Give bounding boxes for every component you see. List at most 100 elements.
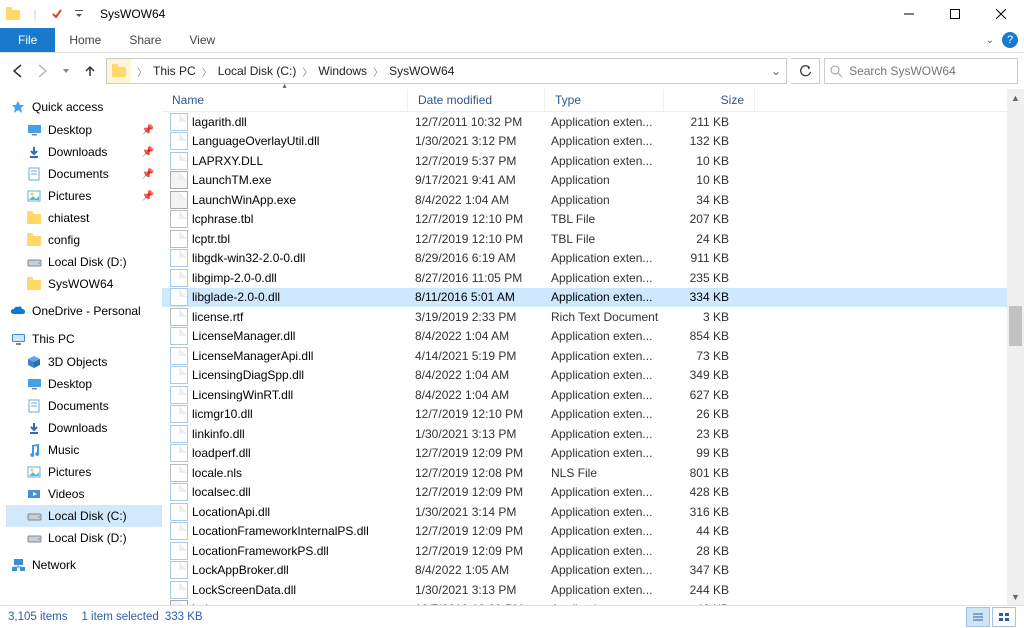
file-row[interactable]: LocationFrameworkPS.dll12/7/2019 12:09 P…	[162, 541, 1007, 561]
crumb-windows[interactable]: Windows	[314, 64, 371, 78]
chevron-right-icon[interactable]: 〉	[135, 64, 149, 79]
tab-view[interactable]: View	[175, 28, 229, 52]
view-large-icon[interactable]	[992, 607, 1016, 627]
file-size: 99 KB	[659, 446, 739, 460]
sidebar-item-chiatest[interactable]: chiatest	[6, 207, 162, 229]
file-row[interactable]: LocationFrameworkInternalPS.dll12/7/2019…	[162, 522, 1007, 542]
file-row[interactable]: libgimp-2.0-0.dll8/27/2016 11:05 PMAppli…	[162, 268, 1007, 288]
col-type[interactable]: Type	[545, 89, 664, 111]
refresh-button[interactable]	[791, 58, 820, 84]
sidebar-item-downloads[interactable]: Downloads📌	[6, 141, 162, 163]
file-row[interactable]: LaunchWinApp.exe8/4/2022 1:04 AMApplicat…	[162, 190, 1007, 210]
file-row[interactable]: libgdk-win32-2.0-0.dll8/29/2016 6:19 AMA…	[162, 249, 1007, 269]
search-input[interactable]	[847, 63, 1013, 79]
sidebar-item-desktop[interactable]: Desktop📌	[6, 119, 162, 141]
file-row[interactable]: LicenseManagerApi.dll4/14/2021 5:19 PMAp…	[162, 346, 1007, 366]
file-size: 24 KB	[659, 232, 739, 246]
sidebar-item-local-disk-c-[interactable]: Local Disk (C:)	[6, 505, 162, 527]
col-size[interactable]: Size	[664, 89, 755, 111]
chevron-right-icon[interactable]: 〉	[200, 64, 214, 79]
file-row[interactable]: licmgr10.dll12/7/2019 12:10 PMApplicatio…	[162, 405, 1007, 425]
file-date: 12/7/2011 10:32 PM	[405, 115, 541, 129]
file-row[interactable]: LocationApi.dll1/30/2021 3:14 PMApplicat…	[162, 502, 1007, 522]
file-row[interactable]: lcphrase.tbl12/7/2019 12:10 PMTBL File20…	[162, 210, 1007, 230]
view-details-icon[interactable]	[966, 607, 990, 627]
file-icon	[170, 542, 188, 560]
scroll-thumb[interactable]	[1009, 306, 1022, 346]
up-button[interactable]	[78, 59, 102, 83]
crumb-syswow64[interactable]: SysWOW64	[385, 64, 458, 78]
star-icon	[10, 99, 26, 115]
file-size: 132 KB	[659, 134, 739, 148]
file-date: 8/4/2022 1:04 AM	[405, 329, 541, 343]
scrollbar[interactable]: ▲ ▼	[1007, 89, 1024, 605]
forward-button[interactable]	[30, 59, 54, 83]
sidebar-item-music[interactable]: Music	[6, 439, 162, 461]
minimize-button[interactable]	[886, 0, 932, 28]
file-row[interactable]: linkinfo.dll1/30/2021 3:13 PMApplication…	[162, 424, 1007, 444]
file-row[interactable]: LockAppBroker.dll8/4/2022 1:05 AMApplica…	[162, 561, 1007, 581]
file-row[interactable]: lcptr.tbl12/7/2019 12:10 PMTBL File24 KB	[162, 229, 1007, 249]
file-type: Application exten...	[541, 583, 659, 597]
sidebar-item-local-disk-d-[interactable]: Local Disk (D:)	[6, 527, 162, 549]
address-dropdown-icon[interactable]: ⌄	[766, 64, 786, 78]
file-size: 244 KB	[659, 583, 739, 597]
file-row[interactable]: LicensingDiagSpp.dll8/4/2022 1:04 AMAppl…	[162, 366, 1007, 386]
sidebar-item-downloads[interactable]: Downloads	[6, 417, 162, 439]
file-row[interactable]: license.rtf3/19/2019 2:33 PMRich Text Do…	[162, 307, 1007, 327]
maximize-button[interactable]	[932, 0, 978, 28]
file-row[interactable]: LicenseManager.dll 8/4/2022 1:04 AMApplic…	[162, 327, 1007, 347]
file-row[interactable]: libglade-2.0-0.dll8/11/2016 5:01 AMAppli…	[162, 288, 1007, 308]
sidebar-item-documents[interactable]: Documents📌	[6, 163, 162, 185]
sidebar-item-pictures[interactable]: Pictures	[6, 461, 162, 483]
file-icon	[170, 327, 188, 345]
properties-icon[interactable]	[46, 3, 68, 25]
file-row[interactable]: locale.nls12/7/2019 12:08 PMNLS File801 …	[162, 463, 1007, 483]
file-row[interactable]: localsec.dll12/7/2019 12:09 PMApplicatio…	[162, 483, 1007, 503]
file-name: LicenseManager.dll	[192, 329, 295, 343]
file-name: LockScreenData.dll	[192, 583, 296, 597]
back-button[interactable]	[6, 59, 30, 83]
tab-share[interactable]: Share	[115, 28, 175, 52]
this-pc-header[interactable]: This PC	[6, 327, 162, 351]
search-box[interactable]	[824, 58, 1018, 84]
file-row[interactable]: LockScreenData.dll1/30/2021 3:13 PMAppli…	[162, 580, 1007, 600]
crumb-this-pc[interactable]: This PC	[149, 64, 200, 78]
scroll-track[interactable]	[1007, 106, 1024, 588]
sidebar-item-local-disk-d-[interactable]: Local Disk (D:)	[6, 251, 162, 273]
recent-dropdown-icon[interactable]	[54, 59, 78, 83]
tab-file[interactable]: File	[0, 28, 55, 52]
sidebar-item-3d-objects[interactable]: 3D Objects	[6, 351, 162, 373]
file-row[interactable]: lodctr.exe12/7/2019 12:09 PMApplication4…	[162, 600, 1007, 606]
sidebar-item-config[interactable]: config	[6, 229, 162, 251]
sidebar-item-desktop[interactable]: Desktop	[6, 373, 162, 395]
onedrive-header[interactable]: OneDrive - Personal	[6, 299, 162, 323]
address-bar[interactable]: 〉 This PC 〉 Local Disk (C:) 〉 Windows 〉 …	[106, 58, 787, 84]
file-list[interactable]: lagarith.dll12/7/2011 10:32 PMApplicatio…	[162, 112, 1007, 605]
scroll-down-icon[interactable]: ▼	[1007, 588, 1024, 605]
file-row[interactable]: LanguageOverlayUtil.dll1/30/2021 3:12 PM…	[162, 132, 1007, 152]
sidebar-item-documents[interactable]: Documents	[6, 395, 162, 417]
sidebar-item-syswow64[interactable]: SysWOW64	[6, 273, 162, 295]
ribbon-expand-icon[interactable]: ⌄	[986, 35, 994, 46]
quick-access-header[interactable]: Quick access	[6, 95, 162, 119]
file-row[interactable]: loadperf.dll12/7/2019 12:09 PMApplicatio…	[162, 444, 1007, 464]
file-row[interactable]: LicensingWinRT.dll8/4/2022 1:04 AMApplic…	[162, 385, 1007, 405]
col-date[interactable]: Date modified	[408, 89, 545, 111]
scroll-up-icon[interactable]: ▲	[1007, 89, 1024, 106]
tab-home[interactable]: Home	[55, 28, 115, 52]
file-type: Application exten...	[541, 329, 659, 343]
sidebar-item-pictures[interactable]: Pictures📌	[6, 185, 162, 207]
sidebar-item-videos[interactable]: Videos	[6, 483, 162, 505]
file-row[interactable]: LAPRXY.DLL12/7/2019 5:37 PMApplication e…	[162, 151, 1007, 171]
crumb-local-disk-c[interactable]: Local Disk (C:)	[214, 64, 301, 78]
close-button[interactable]	[978, 0, 1024, 28]
qat-dropdown-icon[interactable]	[68, 3, 90, 25]
col-name[interactable]: Name	[162, 89, 408, 111]
chevron-right-icon[interactable]: 〉	[300, 64, 314, 79]
network-header[interactable]: Network	[6, 553, 162, 577]
file-row[interactable]: lagarith.dll12/7/2011 10:32 PMApplicatio…	[162, 112, 1007, 132]
help-icon[interactable]: ?	[1002, 32, 1018, 48]
chevron-right-icon[interactable]: 〉	[371, 64, 385, 79]
file-row[interactable]: LaunchTM.exe9/17/2021 9:41 AMApplication…	[162, 171, 1007, 191]
